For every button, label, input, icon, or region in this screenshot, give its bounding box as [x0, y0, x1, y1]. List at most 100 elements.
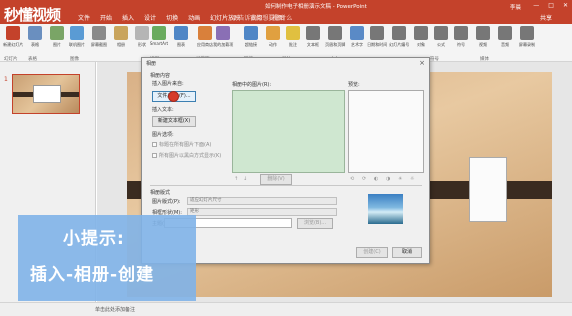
minimize-icon[interactable]: —	[533, 2, 539, 9]
ribbon-button-label: 屏幕录制	[518, 43, 536, 48]
ribbon-button-label: 图片	[52, 43, 62, 48]
ribbon-button-icon	[216, 26, 230, 40]
ribbon-button-icon	[286, 26, 300, 40]
ribbon-button-19[interactable]: 对象	[410, 26, 432, 48]
ribbon-button-icon	[498, 26, 512, 40]
ribbon-button-16[interactable]: 艺术字	[346, 26, 368, 48]
ribbon-button-label: 超链接	[244, 43, 258, 48]
ribbon-button-label: 符号	[456, 43, 466, 48]
ribbon-button-0[interactable]: 新建幻灯片	[2, 26, 24, 48]
ribbon-button-17[interactable]: 日期和时间	[366, 26, 388, 48]
ribbon-button-24[interactable]: 屏幕录制	[516, 26, 538, 48]
ribbon-button-11[interactable]: 超链接	[240, 26, 262, 48]
ribbon-button-icon	[92, 26, 106, 40]
preview-label: 预览:	[348, 82, 360, 88]
tab-file[interactable]: 文件	[78, 13, 90, 22]
ribbon-button-label: 批注	[288, 43, 298, 48]
close-icon[interactable]: ✕	[563, 2, 568, 9]
picture-layout-select[interactable]: 适应幻灯片尺寸	[187, 197, 337, 205]
preview-box	[348, 90, 424, 173]
ribbon-button-22[interactable]: 视频	[472, 26, 494, 48]
ribbon-button-label: 艺术字	[350, 43, 364, 48]
ribbon-button-icon	[454, 26, 468, 40]
ribbon-button-label: 音频	[500, 43, 510, 48]
caption-below-checkbox[interactable]: 标题在所有图片下面(A)	[152, 141, 211, 148]
ribbon-button-icon	[266, 26, 280, 40]
ribbon-button-label: 文本框	[306, 43, 320, 48]
status-bar: 单击此处添加备注	[0, 302, 572, 316]
ribbon-button-icon	[370, 26, 384, 40]
ribbon-button-12[interactable]: 动作	[262, 26, 284, 48]
contrast-down-icon[interactable]: ◑	[386, 176, 390, 182]
ribbon-button-label: 联机图片	[68, 43, 86, 48]
title-bar: 秒懂视频 如何制作电子相册演示文稿 - PowerPoint 李晨 — □ ✕ …	[0, 0, 572, 24]
ribbon-button-label: 屏幕截图	[90, 43, 108, 48]
remove-button[interactable]: 删除(V)	[260, 174, 292, 185]
mouse-cursor-highlight	[168, 91, 179, 102]
tab-design[interactable]: 设计	[144, 13, 156, 22]
window-controls: — □ ✕	[533, 2, 568, 9]
ribbon-button-label: 对象	[416, 43, 426, 48]
new-textbox-button[interactable]: 新建文本框(X)	[152, 116, 196, 127]
ribbon-button-icon	[152, 26, 166, 40]
create-button[interactable]: 创建(C)	[356, 247, 388, 258]
ribbon-button-8[interactable]: 图表	[170, 26, 192, 48]
tip-overlay: 小提示: 插入-相册-创建	[18, 215, 196, 301]
brightness-up-icon[interactable]: ☀	[398, 176, 402, 182]
tip-body: 插入-相册-创建	[30, 265, 155, 285]
tip-title: 小提示:	[63, 229, 125, 249]
ribbon-button-18[interactable]: 幻灯片编号	[388, 26, 410, 48]
pictures-in-album-list[interactable]	[232, 90, 345, 173]
browse-button[interactable]: 浏览(B)...	[297, 218, 333, 229]
ribbon-button-15[interactable]: 页眉和页脚	[324, 26, 346, 48]
ribbon-button-3[interactable]: 联机图片	[66, 26, 88, 48]
tab-animations[interactable]: 动画	[188, 13, 200, 22]
ribbon-button-13[interactable]: 批注	[282, 26, 304, 48]
insert-picture-from-label: 插入图片来自:	[152, 81, 184, 87]
ribbon-button-23[interactable]: 音频	[494, 26, 516, 48]
ribbon-button-2[interactable]: 图片	[46, 26, 68, 48]
brightness-down-icon[interactable]: ☼	[410, 176, 414, 182]
user-name[interactable]: 李晨	[510, 3, 521, 11]
ribbon-button-label: 幻灯片编号	[389, 43, 410, 48]
ribbon-button-10[interactable]: 我的加载项	[212, 26, 234, 48]
search-hint-text: 告诉我你想要做什么	[238, 15, 293, 22]
ribbon-button-label: 图表	[176, 43, 186, 48]
ribbon-button-icon	[70, 26, 84, 40]
frame-shape-select[interactable]: 矩形	[187, 208, 337, 216]
slide-number: 1	[4, 76, 8, 83]
tell-me-search[interactable]: ♀ 告诉我你想要做什么	[232, 13, 292, 22]
dialog-close-icon[interactable]: ×	[419, 59, 425, 67]
tab-insert[interactable]: 插入	[122, 13, 134, 22]
ribbon-button-7[interactable]: SmartArt	[148, 26, 170, 47]
ribbon-button-icon	[476, 26, 490, 40]
ribbon-button-icon	[520, 26, 534, 40]
watermark-logo: 秒懂视频	[4, 6, 61, 24]
caption-below-label: 标题在所有图片下面(A)	[159, 142, 212, 148]
rotate-right-icon[interactable]: ⟳	[362, 176, 366, 182]
tab-transitions[interactable]: 切换	[166, 13, 178, 22]
notes-hint[interactable]: 单击此处添加备注	[95, 306, 135, 313]
rotate-left-icon[interactable]: ⟲	[350, 176, 354, 182]
ribbon-button-5[interactable]: 相册	[110, 26, 132, 48]
cancel-button[interactable]: 取消	[392, 247, 422, 258]
ribbon-button-1[interactable]: 表格	[24, 26, 46, 48]
ribbon-button-14[interactable]: 文本框	[302, 26, 324, 48]
maximize-icon[interactable]: □	[548, 2, 554, 9]
ribbon-button-21[interactable]: 符号	[450, 26, 472, 48]
move-up-icon[interactable]: ↑	[234, 176, 238, 182]
move-down-icon[interactable]: ↓	[243, 176, 247, 182]
pictures-in-album-label: 相册中的图片(R):	[232, 82, 272, 88]
slide-thumbnail[interactable]	[12, 74, 80, 114]
contrast-up-icon[interactable]: ◐	[374, 176, 378, 182]
tab-home[interactable]: 开始	[100, 13, 112, 22]
ribbon-button-4[interactable]: 屏幕截图	[88, 26, 110, 48]
ribbon-button-label: SmartArt	[149, 42, 169, 47]
black-white-checkbox[interactable]: 所有图片以黑白方式显示(K)	[152, 152, 221, 159]
black-white-label: 所有图片以黑白方式显示(K)	[159, 153, 222, 159]
layout-sample-image	[368, 194, 403, 224]
album-content-heading: 相册内容	[150, 73, 171, 79]
share-button[interactable]: 共享	[540, 13, 552, 22]
ribbon-button-icon	[244, 26, 258, 40]
ribbon-button-20[interactable]: 公式	[430, 26, 452, 48]
